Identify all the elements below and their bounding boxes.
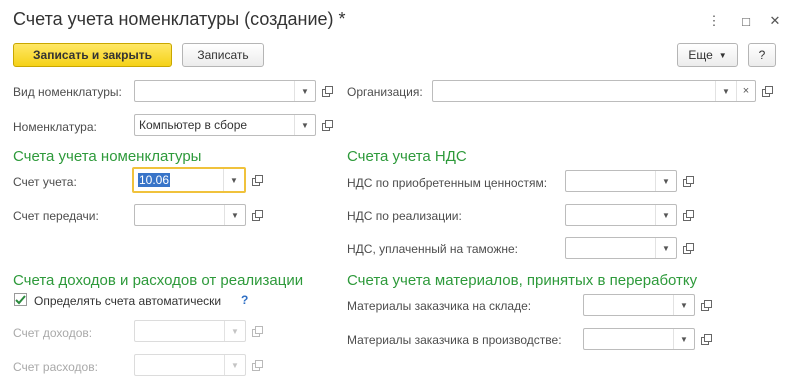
item-field[interactable]: Компьютер в сборе ▼ [134, 114, 316, 136]
dropdown-arrow-icon[interactable]: ▼ [224, 205, 245, 225]
open-form-icon[interactable] [758, 81, 776, 101]
materials-warehouse-label: Материалы заказчика на складе: [347, 299, 532, 313]
materials-warehouse-field[interactable]: ▼ [583, 294, 695, 316]
open-form-icon [248, 321, 266, 341]
maximize-icon[interactable]: □ [736, 11, 756, 31]
item-value[interactable]: Компьютер в сборе [135, 115, 294, 135]
organization-label: Организация: [347, 85, 423, 99]
vat-sales-value[interactable] [566, 205, 655, 225]
accounts-section-title: Счета учета номенклатуры [13, 148, 202, 165]
dropdown-arrow-icon[interactable]: ▼ [655, 238, 676, 258]
income-account-value [135, 321, 224, 341]
open-form-icon [248, 355, 266, 375]
open-form-icon[interactable] [679, 171, 697, 191]
more-menu-button[interactable]: Еще ▼ [677, 43, 738, 67]
income-section-title: Счета доходов и расходов от реализации [13, 272, 304, 289]
dropdown-arrow-icon[interactable]: ▼ [223, 169, 244, 191]
materials-production-label: Материалы заказчика в производстве: [347, 333, 562, 347]
dropdown-arrow-icon[interactable]: ▼ [715, 81, 736, 101]
open-form-icon[interactable] [318, 81, 336, 101]
open-form-icon[interactable] [318, 115, 336, 135]
expense-account-value [135, 355, 224, 375]
more-menu-label: Еще [688, 48, 713, 62]
income-account-label: Счет доходов: [13, 326, 93, 340]
item-type-label: Вид номенклатуры: [13, 85, 122, 99]
open-form-icon[interactable] [679, 238, 697, 258]
help-question-icon[interactable]: ? [241, 293, 248, 307]
item-type-value[interactable] [135, 81, 294, 101]
account-label: Счет учета: [13, 175, 77, 189]
clear-icon[interactable]: × [736, 81, 755, 101]
open-form-icon[interactable] [697, 295, 715, 315]
chevron-down-icon: ▼ [718, 50, 727, 60]
dropdown-arrow-icon[interactable]: ▼ [673, 329, 694, 349]
window-title: Счета учета номенклатуры (создание) * [13, 9, 346, 29]
auto-accounts-label[interactable]: Определять счета автоматически [34, 294, 221, 308]
dropdown-arrow-icon[interactable]: ▼ [294, 115, 315, 135]
account-value-wrap[interactable]: 10.06 [134, 169, 223, 191]
dropdown-arrow-icon[interactable]: ▼ [673, 295, 694, 315]
save-and-close-button[interactable]: Записать и закрыть [13, 43, 172, 67]
vat-sales-field[interactable]: ▼ [565, 204, 677, 226]
vat-purchased-field[interactable]: ▼ [565, 170, 677, 192]
materials-production-value[interactable] [584, 329, 673, 349]
dropdown-arrow-icon: ▼ [224, 355, 245, 375]
more-actions-icon[interactable]: ⋮ [704, 11, 724, 31]
materials-section-title: Счета учета материалов, принятых в перер… [347, 272, 698, 289]
transfer-account-field[interactable]: ▼ [134, 204, 246, 226]
item-label: Номенклатура: [13, 120, 97, 134]
account-field[interactable]: 10.06 ▼ [132, 167, 246, 193]
close-icon[interactable]: ✕ [765, 11, 785, 31]
income-account-field: ▼ [134, 320, 246, 342]
vat-purchased-value[interactable] [566, 171, 655, 191]
vat-section-title: Счета учета НДС [347, 148, 467, 165]
dropdown-arrow-icon[interactable]: ▼ [655, 171, 676, 191]
dropdown-arrow-icon[interactable]: ▼ [294, 81, 315, 101]
open-form-icon[interactable] [248, 170, 266, 190]
checkmark-icon [15, 294, 26, 304]
vat-purchased-label: НДС по приобретенным ценностям: [347, 176, 548, 190]
vat-customs-value[interactable] [566, 238, 655, 258]
dropdown-arrow-icon[interactable]: ▼ [655, 205, 676, 225]
auto-accounts-checkbox[interactable] [14, 293, 27, 306]
organization-value[interactable] [433, 81, 715, 101]
open-form-icon[interactable] [248, 205, 266, 225]
expense-account-field: ▼ [134, 354, 246, 376]
transfer-account-value[interactable] [135, 205, 224, 225]
help-button[interactable]: ? [748, 43, 776, 67]
vat-customs-label: НДС, уплаченный на таможне: [347, 242, 518, 256]
item-type-field[interactable]: ▼ [134, 80, 316, 102]
materials-warehouse-value[interactable] [584, 295, 673, 315]
organization-field[interactable]: ▼ × [432, 80, 756, 102]
materials-production-field[interactable]: ▼ [583, 328, 695, 350]
vat-sales-label: НДС по реализации: [347, 209, 462, 223]
expense-account-label: Счет расходов: [13, 360, 98, 374]
open-form-icon[interactable] [679, 205, 697, 225]
dropdown-arrow-icon: ▼ [224, 321, 245, 341]
save-button[interactable]: Записать [182, 43, 264, 67]
open-form-icon[interactable] [697, 329, 715, 349]
account-value[interactable]: 10.06 [138, 173, 171, 187]
transfer-account-label: Счет передачи: [13, 209, 99, 223]
vat-customs-field[interactable]: ▼ [565, 237, 677, 259]
